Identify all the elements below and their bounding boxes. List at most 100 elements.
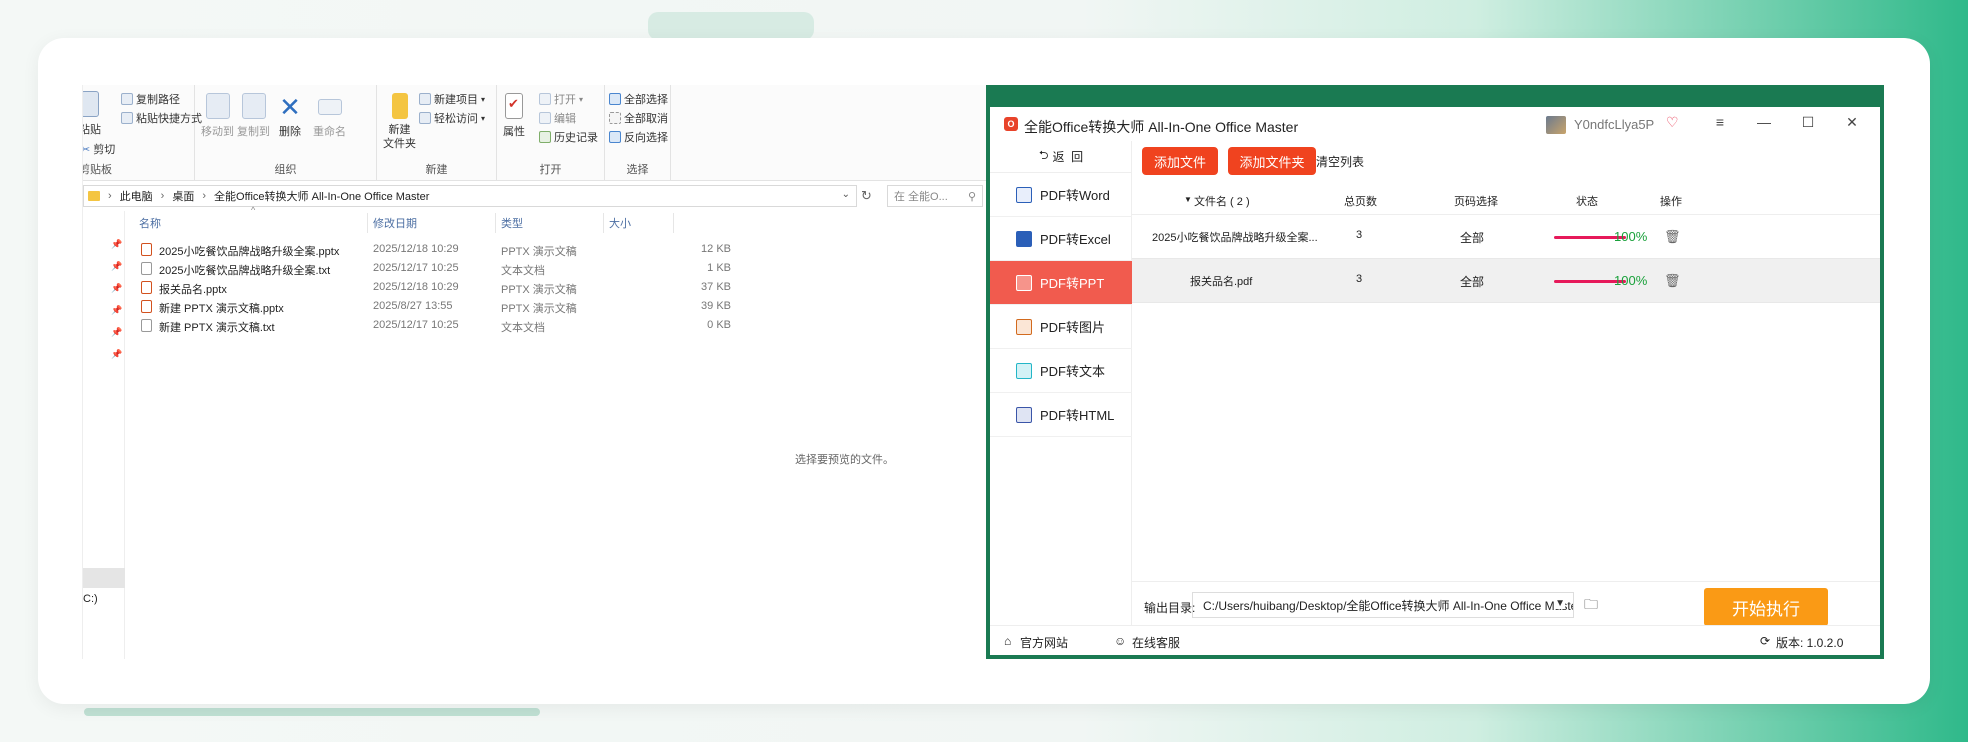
- sidebar-item-pdf-to-text[interactable]: PDF转文本: [990, 349, 1132, 393]
- add-folder-button[interactable]: 添加文件夹: [1228, 147, 1316, 175]
- new-group-label: 新建: [425, 164, 448, 176]
- row-filename: 报关品名.pdf: [1190, 276, 1253, 288]
- file-size: 12 KB: [701, 243, 731, 255]
- file-row[interactable]: 新建 PPTX 演示文稿.pptx 2025/8/27 13:55 PPTX 演…: [141, 298, 761, 316]
- new-folder-icon: [391, 93, 408, 119]
- column-divider[interactable]: [603, 213, 604, 233]
- header-filename[interactable]: 文件名 ( 2 ): [1194, 193, 1250, 209]
- file-type: PPTX 演示文稿: [501, 303, 577, 315]
- easy-access-button[interactable]: 轻松访问 ▾: [419, 110, 485, 126]
- paste-label: 粘贴: [83, 124, 101, 136]
- sidebar-item-pdf-to-image[interactable]: PDF转图片: [990, 305, 1132, 349]
- rename-button[interactable]: 重命名: [313, 93, 346, 139]
- file-row[interactable]: 2025小吃餐饮品牌战略升级全案.txt 2025/12/17 10:25 文本…: [141, 260, 761, 278]
- edit-button[interactable]: 编辑: [539, 110, 576, 126]
- column-divider[interactable]: [367, 213, 368, 233]
- home-icon[interactable]: ⌂: [1004, 634, 1011, 648]
- output-path-value: C:/Users/huibang/Desktop/全能Office转换大师 Al…: [1203, 598, 1574, 613]
- move-to-button[interactable]: 移动到: [201, 93, 234, 139]
- sidebar-item-label: PDF转Word: [1040, 188, 1110, 203]
- output-path-select[interactable]: C:/Users/huibang/Desktop/全能Office转换大师 Al…: [1192, 592, 1574, 618]
- file-date: 2025/8/27 13:55: [373, 300, 453, 312]
- address-bar[interactable]: › 此电脑 › 桌面 › 全能Office转换大师 All-In-One Off…: [83, 185, 857, 207]
- copy-path-button[interactable]: 复制路径: [121, 91, 180, 107]
- start-button[interactable]: 开始执行: [1704, 588, 1828, 626]
- delete-x-icon: ✕: [279, 92, 301, 122]
- nav-selected-item[interactable]: [83, 568, 125, 588]
- output-label: 输出目录:: [1144, 601, 1196, 615]
- sidebar-item-pdf-to-ppt[interactable]: PDF转PPT: [990, 261, 1132, 305]
- row-page-select[interactable]: 全部: [1460, 273, 1484, 290]
- invert-selection-button[interactable]: 反向选择: [609, 129, 668, 145]
- column-divider[interactable]: [495, 213, 496, 233]
- sidebar-item-pdf-to-excel[interactable]: PDF转Excel: [990, 217, 1132, 261]
- column-header-name[interactable]: 名称: [139, 215, 161, 231]
- copy-to-button[interactable]: 复制到: [237, 93, 270, 139]
- properties-button[interactable]: ✔ 属性: [503, 93, 525, 139]
- background-pill-top: [648, 12, 814, 40]
- close-icon[interactable]: ✕: [1842, 114, 1862, 131]
- nav-drive-c[interactable]: C:): [83, 593, 98, 605]
- minimize-icon[interactable]: —: [1754, 114, 1774, 130]
- open-button[interactable]: 打开 ▾: [539, 91, 583, 107]
- select-all-button[interactable]: 全部选择: [609, 91, 668, 107]
- ribbon-group-organize: 移动到 复制到 ✕ 删除 重命名 组织: [195, 85, 377, 181]
- column-divider[interactable]: [673, 213, 674, 233]
- menu-icon[interactable]: ≡: [1710, 114, 1730, 130]
- column-header-date[interactable]: 修改日期: [373, 215, 417, 231]
- search-placeholder: 在 全能O...: [894, 191, 948, 203]
- caret-down-icon[interactable]: ▼: [1555, 598, 1565, 609]
- refresh-icon[interactable]: ↻: [861, 188, 872, 204]
- breadcrumb-this-pc[interactable]: 此电脑: [120, 188, 153, 204]
- column-header-size[interactable]: 大小: [609, 215, 631, 231]
- breadcrumb-folder[interactable]: 全能Office转换大师 All-In-One Office Master: [214, 188, 429, 204]
- trash-icon[interactable]: 🗑: [1664, 273, 1681, 289]
- history-button[interactable]: 历史记录: [539, 129, 598, 145]
- trash-icon[interactable]: 🗑: [1664, 229, 1681, 245]
- website-link[interactable]: 官方网站: [1020, 634, 1068, 651]
- file-row[interactable]: 报关品名.pptx 2025/12/18 10:29 PPTX 演示文稿 37 …: [141, 279, 761, 297]
- word-icon: [1016, 186, 1032, 203]
- paste-shortcut-button[interactable]: 粘贴快捷方式: [121, 110, 202, 126]
- organize-group-label: 组织: [274, 164, 297, 176]
- clear-list-button[interactable]: 清空列表: [1316, 153, 1364, 170]
- table-row[interactable]: 报关品名.pdf 3 全部 100% 🗑: [1132, 259, 1880, 303]
- file-row[interactable]: 2025小吃餐饮品牌战略升级全案.pptx 2025/12/18 10:29 P…: [141, 241, 761, 259]
- sidebar-item-pdf-to-word[interactable]: PDF转Word: [990, 173, 1132, 217]
- table-row[interactable]: 2025小吃餐饮品牌战略升级全案... 3 全部 100% 🗑: [1132, 215, 1880, 259]
- sort-down-icon[interactable]: ▼: [1184, 195, 1192, 204]
- delete-button[interactable]: ✕ 删除: [279, 93, 301, 139]
- vip-diamond-icon[interactable]: ♡: [1666, 114, 1679, 131]
- add-file-button[interactable]: 添加文件: [1142, 147, 1218, 175]
- new-folder-button[interactable]: 新建 文件夹: [383, 93, 416, 151]
- cut-button[interactable]: ✂ 剪切: [83, 141, 115, 157]
- file-size: 39 KB: [701, 300, 731, 312]
- username[interactable]: Y0ndfcLlya5P: [1574, 117, 1654, 132]
- search-input[interactable]: 在 全能O... ⚲: [887, 185, 983, 207]
- sidebar-item-pdf-to-html[interactable]: PDF转HTML: [990, 393, 1132, 437]
- pin-icon: 📌: [111, 349, 123, 359]
- select-none-button[interactable]: 全部取消: [609, 110, 668, 126]
- rename-label: 重命名: [313, 126, 346, 138]
- open-label: 打开: [554, 94, 576, 106]
- paste-shortcut-icon: [121, 112, 133, 124]
- row-page-select[interactable]: 全部: [1460, 229, 1484, 246]
- chevron-down-icon[interactable]: ⌄: [842, 189, 850, 200]
- column-header-type[interactable]: 类型: [501, 215, 523, 231]
- support-link[interactable]: 在线客服: [1132, 634, 1180, 651]
- move-to-icon: [205, 93, 230, 119]
- paste-button[interactable]: 粘贴: [83, 91, 101, 137]
- row-status: 100%: [1614, 229, 1648, 244]
- txt-file-icon: [141, 262, 152, 275]
- folder-open-icon[interactable]: 🗀: [1584, 594, 1598, 618]
- file-row[interactable]: 新建 PPTX 演示文稿.txt 2025/12/17 10:25 文本文档 0…: [141, 317, 761, 335]
- chevron-down-icon: ▾: [481, 113, 486, 123]
- new-item-button[interactable]: 新建项目 ▾: [419, 91, 485, 107]
- avatar[interactable]: [1546, 116, 1566, 134]
- pptx-file-icon: [141, 243, 152, 256]
- breadcrumb-desktop[interactable]: 桌面: [172, 188, 194, 204]
- excel-icon: [1016, 230, 1032, 247]
- maximize-icon[interactable]: ☐: [1798, 114, 1818, 131]
- back-button[interactable]: ⮌ 返 回: [990, 141, 1132, 173]
- support-icon[interactable]: ☺: [1114, 634, 1126, 648]
